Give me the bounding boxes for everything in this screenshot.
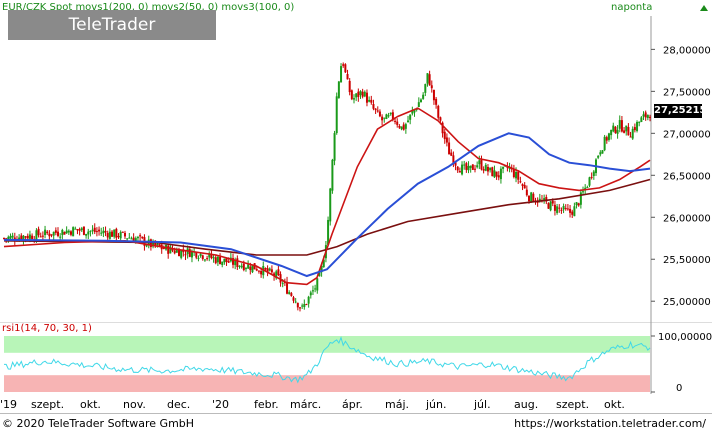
- teletrader-watermark: TeleTrader WorkStation: [8, 10, 216, 65]
- y-tick-label: 25,00000: [663, 297, 711, 308]
- candle: [82, 226, 85, 236]
- x-tick-label: nov.: [123, 398, 146, 411]
- candle: [344, 63, 347, 74]
- x-tick-label: márc.: [290, 398, 322, 411]
- x-axis: '19 szept. okt. nov. dec. '20 febr. márc. ápr. má…: [0, 396, 712, 412]
- candle: [72, 226, 75, 237]
- candle: [614, 126, 617, 134]
- candle: [471, 164, 474, 170]
- candle: [333, 130, 336, 166]
- website-link[interactable]: https://workstation.teletrader.com/: [514, 417, 706, 430]
- last-price-tag: 27,25215: [654, 104, 707, 118]
- x-tick-label: okt.: [604, 398, 625, 411]
- candle: [437, 104, 440, 120]
- candle: [547, 202, 550, 209]
- y-tick-label: 25,50000: [663, 255, 711, 266]
- watermark-product: WorkStation: [52, 45, 172, 65]
- rsi-label: rsi1(14, 70, 30, 1): [2, 323, 92, 334]
- candle: [350, 89, 353, 101]
- copyright-text: © 2020 TeleTrader Software GmbH: [2, 417, 195, 430]
- period-label[interactable]: naponta: [611, 2, 652, 13]
- x-tick-label: dec.: [167, 398, 191, 411]
- candle: [385, 113, 388, 120]
- rsi-tick-label: 0: [676, 383, 682, 394]
- x-tick-label: szept.: [31, 398, 65, 411]
- x-tick-label: '19: [0, 398, 18, 411]
- y-tick-label: 26,00000: [663, 213, 711, 224]
- x-tick-label: aug.: [514, 398, 539, 411]
- x-tick-label: febr.: [254, 398, 279, 411]
- candle: [335, 92, 338, 135]
- candle: [63, 231, 66, 235]
- rsi-tick-label: 100,000000: [658, 332, 712, 343]
- candle: [588, 176, 591, 188]
- y-tick-label: 26,50000: [663, 171, 711, 182]
- rsi-panel[interactable]: rsi1(14, 70, 30, 1) 100,000000 0: [0, 322, 712, 394]
- y-tick-label: 27,50000: [663, 87, 711, 98]
- x-tick-label: okt.: [80, 398, 101, 411]
- watermark-brand: TeleTrader: [68, 15, 156, 35]
- candle: [329, 187, 332, 226]
- footer: © 2020 TeleTrader Software GmbH https://…: [0, 413, 712, 433]
- candle: [603, 134, 606, 152]
- y-tick-label: 27,00000: [663, 129, 711, 140]
- rsi-chart: 100,000000 0: [0, 322, 712, 394]
- x-tick-label: '20: [212, 398, 230, 411]
- scroll-up-icon[interactable]: [698, 2, 710, 14]
- candle: [601, 150, 604, 154]
- candle: [491, 166, 494, 177]
- candle: [337, 80, 340, 99]
- x-tick-label: júl.: [474, 398, 491, 411]
- y-tick-label: 28,00000: [663, 45, 711, 56]
- candle: [549, 200, 552, 212]
- x-tick-label: jún.: [426, 398, 447, 411]
- candle: [331, 158, 334, 194]
- rsi-oversold-band: [4, 375, 650, 392]
- x-tick-label: máj.: [385, 398, 410, 411]
- x-tick-label: ápr.: [342, 398, 363, 411]
- candle: [636, 120, 639, 133]
- rsi-overbought-band: [4, 336, 650, 353]
- candle: [251, 265, 254, 274]
- x-tick-label: szept.: [556, 398, 590, 411]
